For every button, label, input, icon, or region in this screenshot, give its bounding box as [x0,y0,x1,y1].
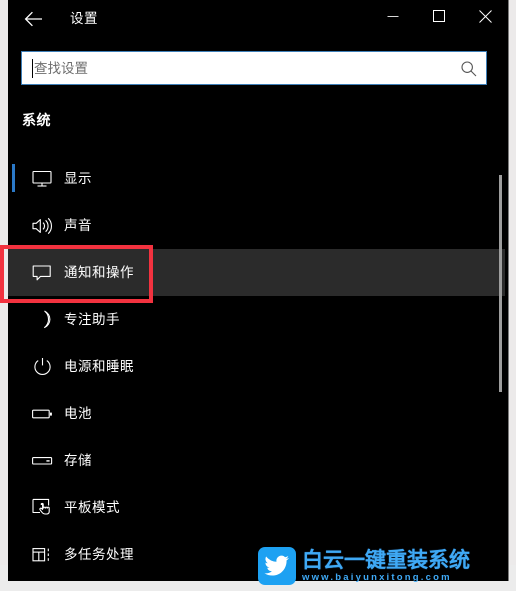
sidebar-item-power-and-sleep[interactable]: 电源和睡眠 [8,343,505,390]
search-caret [32,59,33,78]
sidebar-item-label: 通知和操作 [64,264,134,280]
back-button[interactable] [16,2,52,36]
sidebar-item-label: 电池 [64,405,92,421]
sidebar-item-label: 电源和睡眠 [64,358,134,374]
vertical-scrollbar[interactable] [495,100,505,570]
sidebar-item-label: 专注助手 [64,311,120,327]
bird-icon [258,547,296,585]
minimize-icon [387,10,399,22]
sidebar-item-label: 声音 [64,217,92,233]
monitor-icon [31,168,53,190]
sidebar-item-storage[interactable]: 存储 [8,437,505,484]
title-bar: 设置 [8,0,508,38]
speaker-icon [31,215,53,237]
close-icon [478,9,492,23]
moon-icon [31,309,53,331]
sidebar-item-label: 存储 [64,452,92,468]
section-title: 系统 [22,112,51,128]
settings-nav-list: 显示 声音 通知和操作 专注助手 电源和睡眠 电池 存储 平板模式 多任务处理 [8,155,508,575]
sidebar-item-label: 显示 [64,170,92,186]
close-button[interactable] [462,0,508,32]
tablet-hand-icon [31,497,53,519]
chat-bubble-icon [31,262,53,284]
sidebar-item-sound[interactable]: 声音 [8,202,505,249]
watermark-url: www.baiyunxitong.com [302,571,452,583]
watermark-text: 白云一键重装系统 www.baiyunxitong.com [302,549,470,584]
maximize-icon [433,10,445,22]
storage-icon [31,450,53,472]
window-controls [370,0,508,32]
window-title: 设置 [70,11,98,26]
search-input[interactable]: 查找设置 [34,60,88,78]
battery-icon [31,403,53,425]
selection-indicator [12,164,15,192]
sidebar-item-notifications-and-actions[interactable]: 通知和操作 [8,249,505,296]
search-box[interactable]: 查找设置 [21,51,487,85]
watermark: 白云一键重装系统 www.baiyunxitong.com [258,545,506,587]
back-arrow-icon [24,11,44,27]
scrollbar-thumb[interactable] [499,175,502,392]
minimize-button[interactable] [370,0,416,32]
settings-window: 设置 查找设置 系统 显示 声音 通知和操作 专注助手 电源和睡眠 电池 存储 … [8,0,509,581]
sidebar-item-label: 多任务处理 [64,546,134,562]
search-icon[interactable] [460,60,478,78]
sidebar-item-focus-assist[interactable]: 专注助手 [8,296,505,343]
screenshot-root: 设置 查找设置 系统 显示 声音 通知和操作 专注助手 电源和睡眠 电池 存储 … [0,0,516,591]
sidebar-item-battery[interactable]: 电池 [8,390,505,437]
sidebar-item-display[interactable]: 显示 [8,155,505,202]
maximize-button[interactable] [416,0,462,32]
power-icon [31,356,53,378]
watermark-brand: 白云一键重装系统 [302,548,470,572]
sidebar-item-tablet-mode[interactable]: 平板模式 [8,484,505,531]
sidebar-item-label: 平板模式 [64,499,120,515]
multitasking-icon [31,544,53,566]
